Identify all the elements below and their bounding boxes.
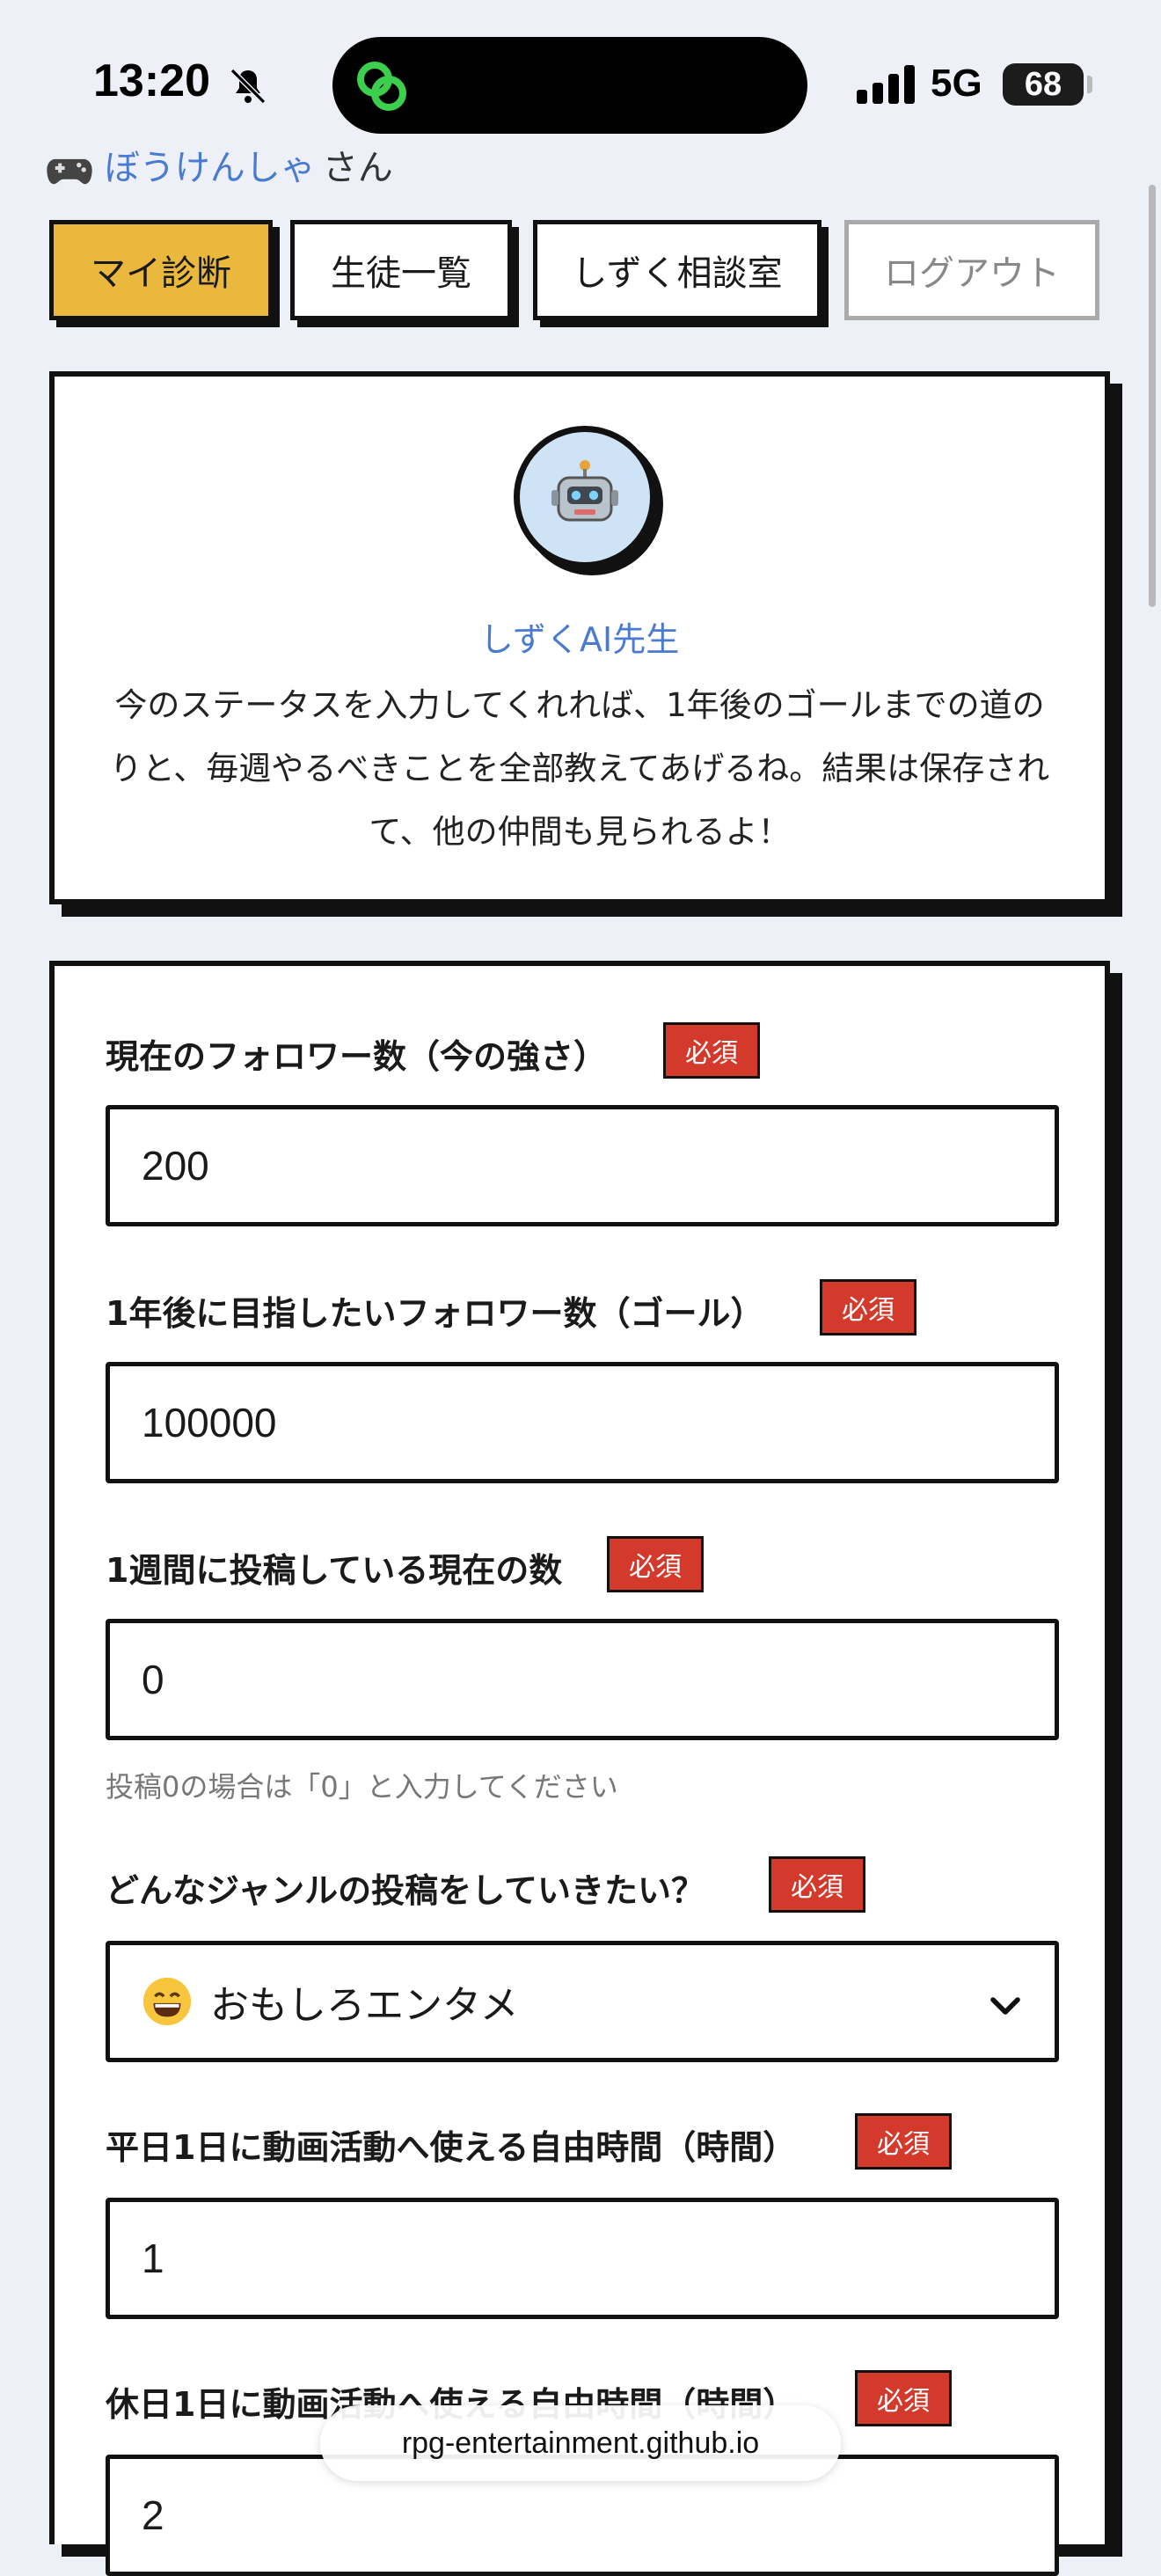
current-followers-input[interactable]: 200 (106, 1105, 1059, 1226)
teacher-message: 今のステータスを入力してくれれば、1年後のゴールまでの道のりと、毎週やるべきこと… (109, 686, 1050, 851)
user-name[interactable]: ぼうけんしゃ (105, 148, 316, 188)
scrollbar[interactable] (1149, 185, 1156, 607)
grinning-face-icon (142, 1977, 192, 2026)
battery-tip (1087, 76, 1092, 93)
dynamic-island (332, 37, 807, 134)
status-time: 13:20 (93, 55, 210, 106)
genre-selected-value: おもしろエンタメ (210, 1983, 519, 2028)
robot-icon (551, 460, 618, 522)
game-controller-icon (47, 158, 92, 185)
goal-followers-input[interactable]: 100000 (106, 1362, 1059, 1483)
weekday-time-input[interactable]: 1 (106, 2198, 1059, 2319)
required-badge: 必須 (820, 1279, 916, 1336)
required-badge: 必須 (607, 1536, 704, 1592)
nav-my-diagnosis-button[interactable]: マイ診断 (49, 220, 273, 320)
network-label: 5G (931, 62, 982, 105)
logout-button[interactable]: ログアウト (844, 220, 1099, 320)
field-label-weekday-time: 平日1日に動画活動へ使える自由時間（時間） (106, 2128, 797, 2167)
user-greeting: ぼうけんしゃ さん (46, 139, 393, 190)
bell-muted-icon (230, 68, 267, 105)
nav-students-button[interactable]: 生徒一覧 (290, 220, 512, 320)
required-badge: 必須 (769, 1856, 865, 1913)
field-label-goal-followers: 1年後に目指したいフォロワー数（ゴール） (106, 1294, 764, 1333)
weekly-posts-input[interactable]: 0 (106, 1619, 1059, 1740)
required-badge: 必須 (855, 2370, 952, 2426)
chevron-down-icon (990, 1997, 1020, 2015)
field-label-genre: どんなジャンルの投稿をしていきたい？ (106, 1871, 705, 1910)
field-label-weekly-posts: 1週間に投稿している現在の数 (106, 1551, 563, 1590)
genre-select[interactable]: おもしろエンタメ (106, 1941, 1059, 2062)
weekly-posts-hint: 投稿0の場合は「0」と入力してください (106, 1770, 618, 1804)
diagnosis-form: 現在のフォロワー数（今の強さ） 必須 200 1年後に目指したいフォロワー数（ゴ… (49, 961, 1110, 2576)
field-label-current-followers: 現在のフォロワー数（今の強さ） (106, 1037, 608, 1076)
teacher-name: しずくAI先生 (479, 620, 680, 659)
required-badge: 必須 (663, 1022, 760, 1079)
signal-icon (857, 65, 915, 104)
nav-consult-button[interactable]: しずく相談室 (533, 220, 821, 320)
browser-url-bar[interactable]: rpg-entertainment.github.io (320, 2405, 841, 2481)
battery-icon: 68 (1003, 63, 1084, 106)
teacher-card: しずくAI先生 今のステータスを入力してくれれば、1年後のゴールまでの道のりと、… (49, 371, 1110, 904)
required-badge: 必須 (855, 2113, 952, 2170)
teacher-avatar (514, 426, 656, 568)
user-suffix: さん (322, 148, 393, 188)
link-rings-icon (357, 62, 406, 111)
